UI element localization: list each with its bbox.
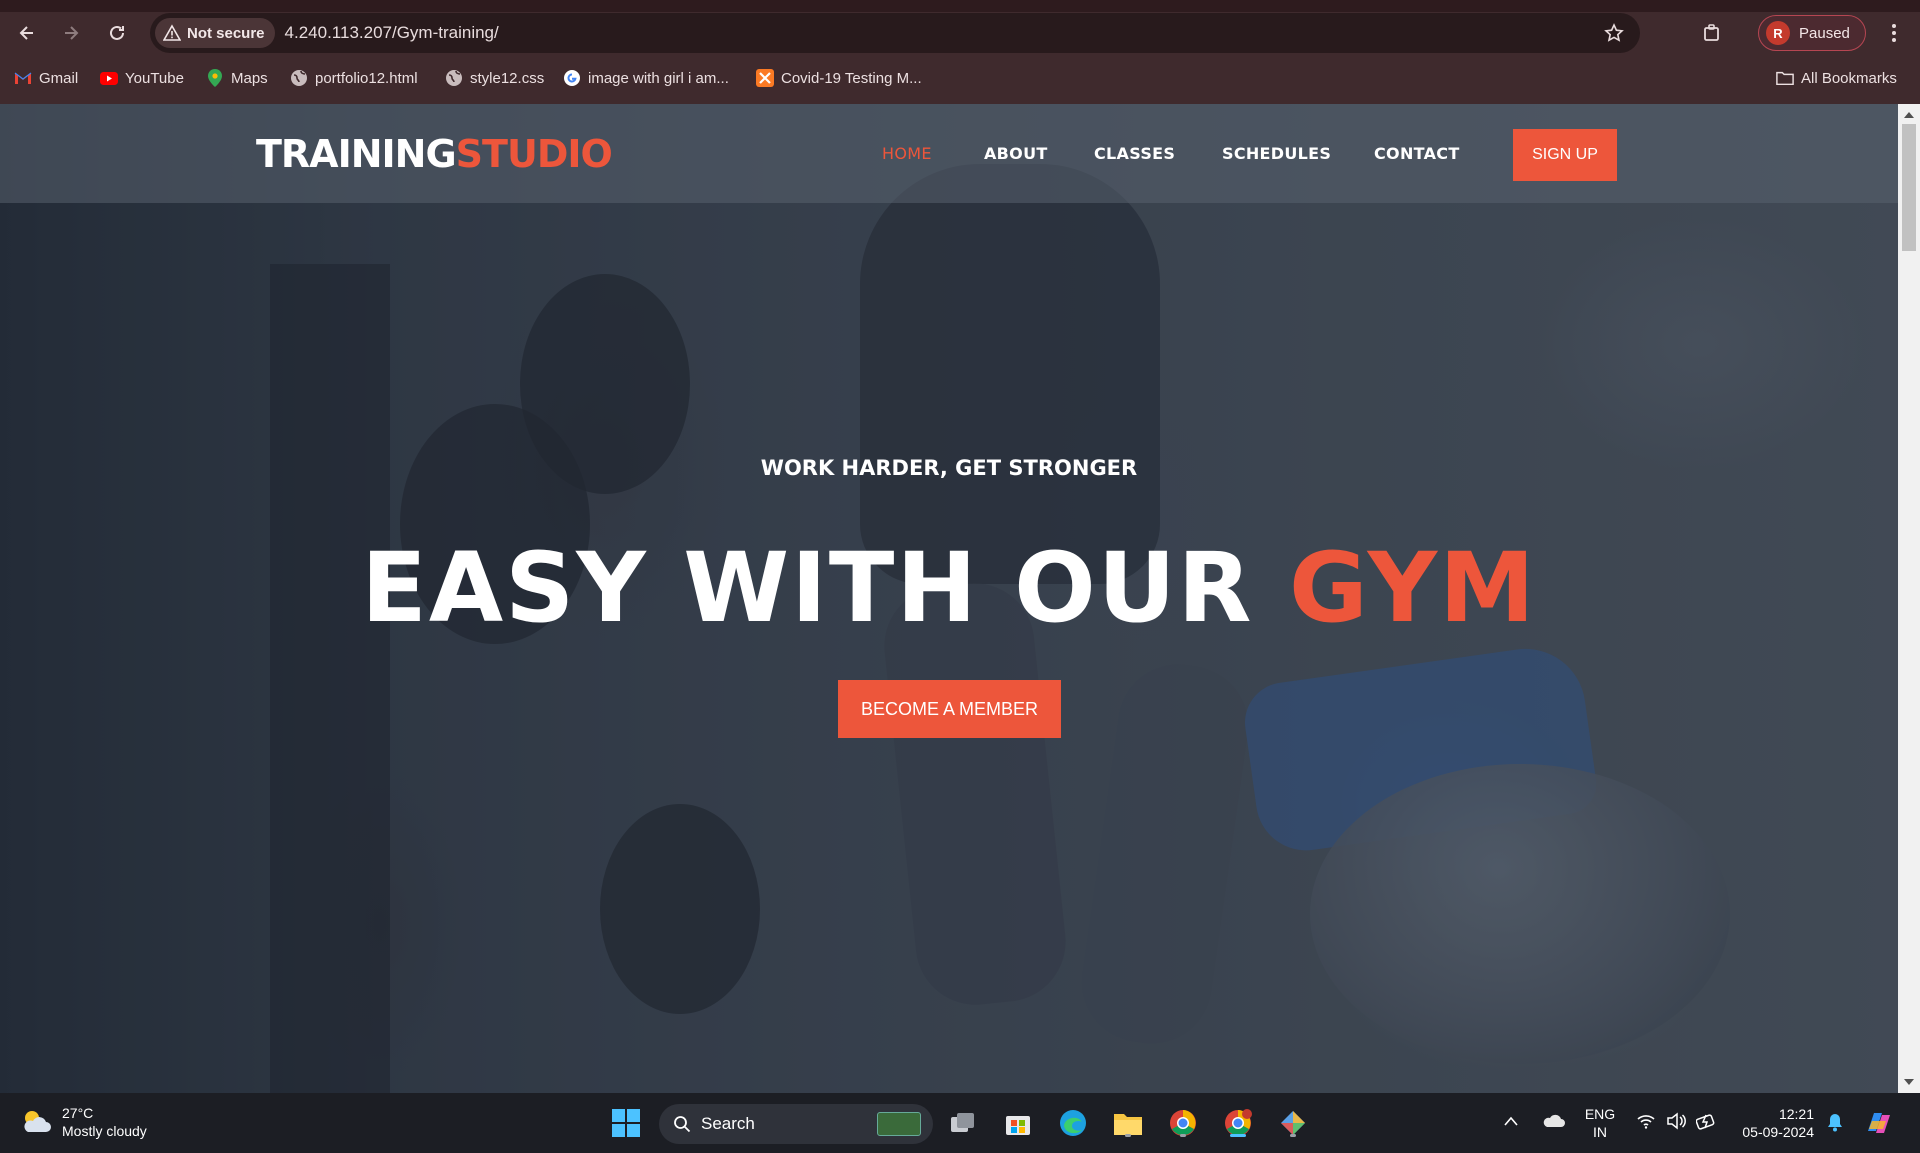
search-highlight-icon xyxy=(877,1112,921,1136)
edge-button[interactable] xyxy=(1056,1106,1090,1140)
site-header: TRAININGSTUDIO HOME ABOUT CLASSES SCHEDU… xyxy=(0,104,1898,203)
app-button[interactable] xyxy=(1276,1106,1310,1140)
chevron-up-icon[interactable] xyxy=(1504,1116,1518,1126)
nav-contact[interactable]: CONTACT xyxy=(1374,144,1460,163)
bookmark-portfolio[interactable]: portfolio12.html xyxy=(290,65,418,91)
browser-menu-button[interactable] xyxy=(1882,20,1906,46)
reload-icon xyxy=(110,25,124,40)
volume-icon[interactable] xyxy=(1666,1112,1686,1130)
bookmark-gmail[interactable]: Gmail xyxy=(14,65,78,91)
maps-icon xyxy=(206,69,224,87)
forward-arrow-icon xyxy=(65,26,79,40)
start-button[interactable] xyxy=(609,1106,643,1140)
bookmark-maps[interactable]: Maps xyxy=(206,65,268,91)
running-indicator xyxy=(1290,1134,1296,1137)
globe-icon xyxy=(290,69,308,87)
warning-triangle-icon xyxy=(163,24,181,41)
windows-logo-icon xyxy=(612,1109,640,1137)
puzzle-icon xyxy=(1704,24,1719,41)
address-bar[interactable]: Not secure 4.240.113.207/Gym-training/ xyxy=(150,13,1640,53)
bookmark-star-icon[interactable] xyxy=(1604,23,1624,43)
xampp-icon xyxy=(756,69,774,87)
logo-training: TRAINING xyxy=(256,132,457,176)
running-indicator xyxy=(1125,1134,1131,1137)
bookmark-style[interactable]: style12.css xyxy=(445,65,544,91)
profile-status: Paused xyxy=(1799,24,1850,42)
headline-gym: GYM xyxy=(1288,532,1537,644)
page-scrollbar[interactable] xyxy=(1898,104,1920,1093)
hero-headline: EASY WITH OUR GYM xyxy=(0,532,1898,644)
page-viewport: TRAININGSTUDIO HOME ABOUT CLASSES SCHEDU… xyxy=(0,104,1898,1093)
clock[interactable]: 12:21 05-09-2024 xyxy=(1724,1105,1814,1141)
windows-taskbar: 27°C Mostly cloudy Search ENG IN 12:21 0… xyxy=(0,1093,1920,1153)
google-icon xyxy=(563,69,581,87)
wifi-icon[interactable] xyxy=(1637,1113,1655,1129)
bookmark-covid[interactable]: Covid-19 Testing M... xyxy=(756,65,922,91)
headline-white: EASY WITH OUR xyxy=(361,532,1254,644)
nav-classes[interactable]: CLASSES xyxy=(1094,144,1175,163)
chrome-button-1[interactable] xyxy=(1166,1106,1200,1140)
back-arrow-icon xyxy=(19,26,33,40)
clock-date: 05-09-2024 xyxy=(1742,1124,1814,1140)
forward-button[interactable] xyxy=(56,18,86,48)
site-logo[interactable]: TRAININGSTUDIO xyxy=(256,132,613,176)
edge-icon xyxy=(1060,1110,1086,1136)
onedrive-cloud-icon[interactable] xyxy=(1543,1113,1565,1129)
weather-condition: Mostly cloudy xyxy=(62,1123,147,1139)
task-view-icon xyxy=(951,1113,974,1132)
profile-avatar: R xyxy=(1766,21,1790,45)
chrome-button-2[interactable] xyxy=(1221,1106,1255,1140)
url-text[interactable]: 4.240.113.207/Gym-training/ xyxy=(285,23,499,43)
language-indicator[interactable]: ENG IN xyxy=(1584,1105,1616,1141)
bookmarks-bar: Gmail YouTube Maps portfolio12.html styl… xyxy=(0,53,1920,104)
logo-studio: STUDIO xyxy=(455,132,613,176)
reload-button[interactable] xyxy=(102,18,132,48)
gmail-icon xyxy=(14,69,32,87)
microsoft-store-button[interactable] xyxy=(1001,1106,1035,1140)
scroll-thumb[interactable] xyxy=(1902,124,1916,251)
all-bookmarks-button[interactable]: All Bookmarks xyxy=(1776,65,1897,91)
hero-tagline: WORK HARDER, GET STRONGER xyxy=(760,456,1138,480)
nav-home[interactable]: HOME xyxy=(882,144,932,163)
store-icon xyxy=(1006,1116,1030,1135)
notification-bell-icon[interactable] xyxy=(1826,1112,1844,1132)
youtube-icon xyxy=(100,69,118,87)
extensions-button[interactable] xyxy=(1697,18,1727,48)
security-label: Not secure xyxy=(187,24,265,42)
clock-time: 12:21 xyxy=(1778,1106,1814,1122)
search-icon xyxy=(674,1116,691,1133)
taskbar-search[interactable]: Search xyxy=(659,1104,933,1144)
active-indicator xyxy=(1230,1134,1246,1137)
profile-button[interactable]: R Paused xyxy=(1758,15,1866,51)
battery-charging-icon[interactable] xyxy=(1696,1112,1716,1130)
back-button[interactable] xyxy=(12,18,42,48)
diamond-app-icon xyxy=(1281,1111,1305,1135)
tab-strip xyxy=(0,0,1920,12)
scroll-up-arrow-icon[interactable] xyxy=(1904,112,1914,118)
task-view-button[interactable] xyxy=(946,1106,980,1140)
bookmark-youtube[interactable]: YouTube xyxy=(100,65,184,91)
search-label: Search xyxy=(701,1114,755,1133)
nav-schedules[interactable]: SCHEDULES xyxy=(1222,144,1331,163)
browser-toolbar: Not secure 4.240.113.207/Gym-training/ R… xyxy=(0,12,1920,53)
nav-about[interactable]: ABOUT xyxy=(984,144,1048,163)
running-indicator xyxy=(1180,1134,1186,1137)
weather-temperature: 27°C xyxy=(62,1105,94,1121)
weather-widget[interactable]: 27°C Mostly cloudy xyxy=(20,1104,147,1140)
bookmark-google-image[interactable]: image with girl i am... xyxy=(563,65,729,91)
folder-icon xyxy=(1114,1114,1142,1135)
folder-icon xyxy=(1776,69,1794,87)
sign-up-button[interactable]: SIGN UP xyxy=(1513,129,1617,181)
security-indicator[interactable]: Not secure xyxy=(155,18,275,48)
cloudy-sun-icon xyxy=(24,1111,51,1132)
globe-icon xyxy=(445,69,463,87)
file-explorer-button[interactable] xyxy=(1111,1106,1145,1140)
copilot-icon[interactable] xyxy=(1864,1109,1894,1137)
scroll-down-arrow-icon[interactable] xyxy=(1904,1079,1914,1085)
become-member-button[interactable]: BECOME A MEMBER xyxy=(838,680,1061,738)
